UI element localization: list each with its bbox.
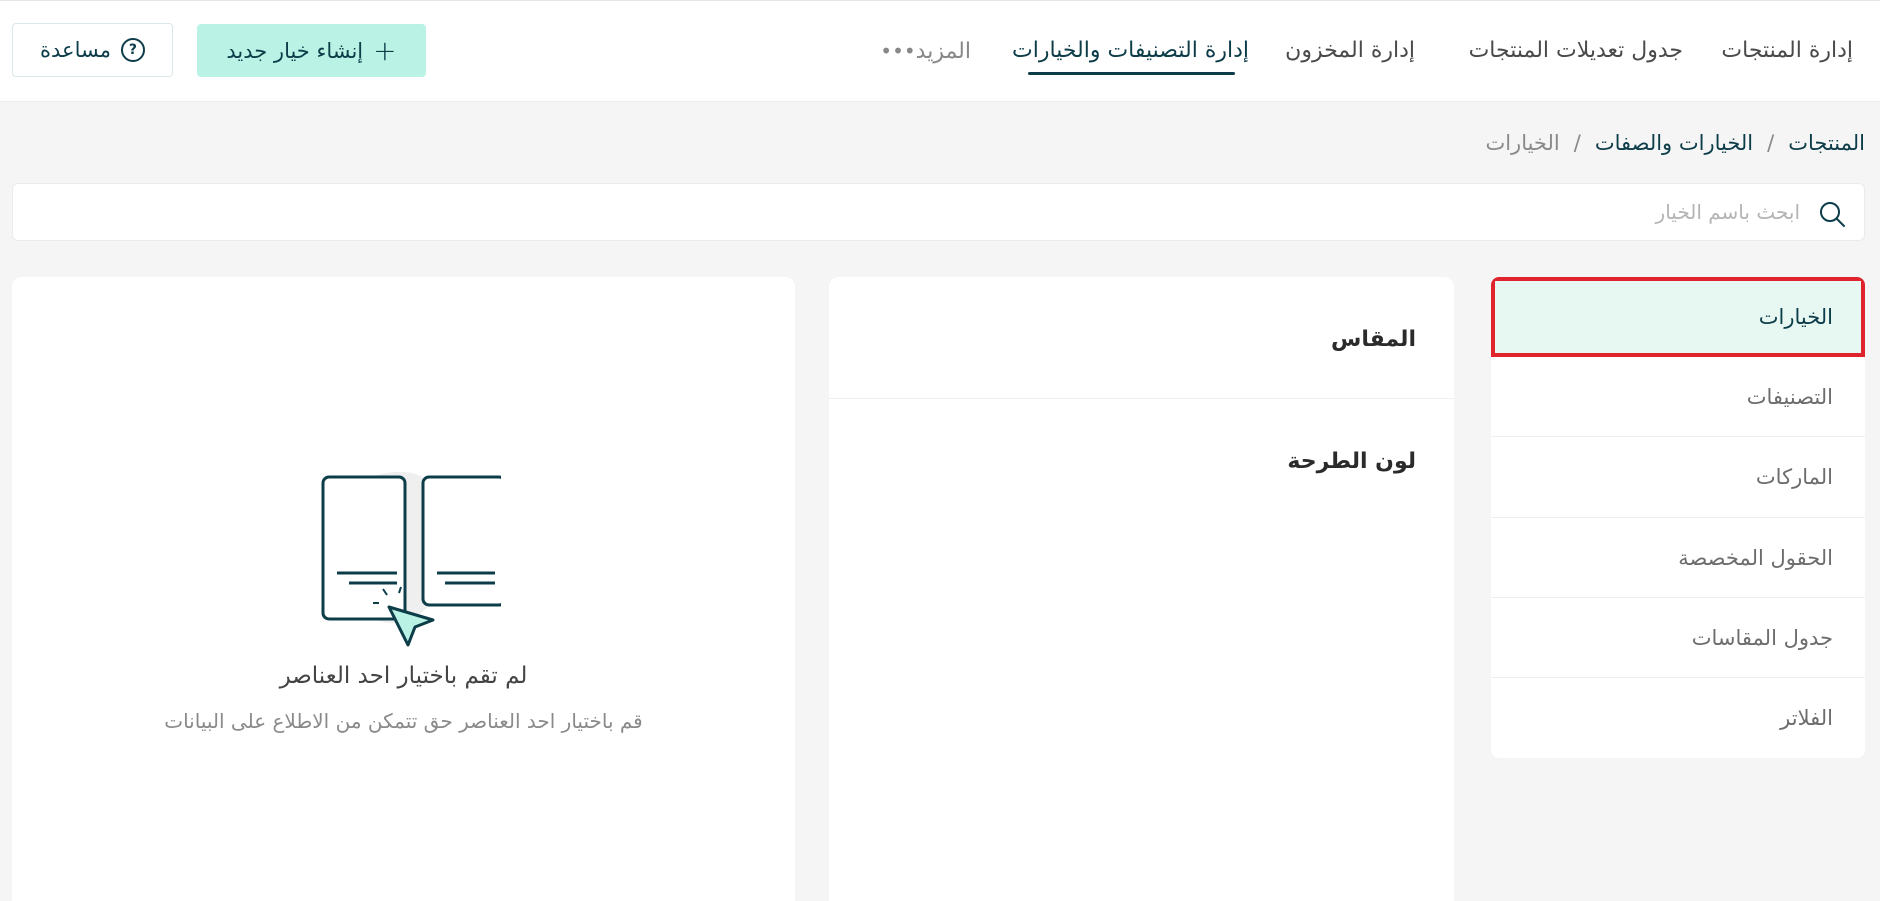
breadcrumb-products[interactable]: المنتجات — [1788, 131, 1865, 155]
ellipsis-icon: ••• — [880, 39, 916, 63]
sidebar-item-brands[interactable]: الماركات — [1491, 437, 1865, 518]
top-nav-bar: إدارة المنتجات جدول تعديلات المنتجات إدا… — [0, 0, 1880, 102]
create-option-button[interactable]: + إنشاء خيار جديد — [197, 24, 426, 77]
select-item-illustration — [321, 471, 501, 647]
tab-more[interactable]: المزيد••• — [868, 31, 971, 71]
breadcrumb-separator: / — [1573, 131, 1581, 155]
tab-more-label: المزيد — [915, 39, 971, 64]
breadcrumb-current: الخيارات — [1485, 131, 1560, 155]
breadcrumb-options-attributes[interactable]: الخيارات والصفات — [1595, 131, 1753, 155]
tab-categories-options[interactable]: إدارة التصنيفات والخيارات — [1012, 31, 1249, 75]
tab-inventory-management[interactable]: إدارة المخزون — [1285, 31, 1415, 71]
tab-categories-options-label: إدارة التصنيفات والخيارات — [1012, 38, 1249, 63]
sidebar-item-custom-fields[interactable]: الحقول المخصصة — [1491, 518, 1865, 598]
active-tab-underline — [1028, 72, 1235, 75]
sidebar-item-categories[interactable]: التصنيفات — [1491, 357, 1865, 438]
search-icon — [1820, 202, 1845, 227]
empty-state-subtitle: قم باختيار احد العناصر حق تتمكن من الاطل… — [164, 709, 643, 733]
sidebar: الخيارات التصنيفات الماركات الحقول المخص… — [1491, 277, 1865, 758]
create-option-label: إنشاء خيار جديد — [226, 38, 364, 63]
tab-product-management[interactable]: إدارة المنتجات — [1721, 31, 1853, 71]
search-input[interactable] — [100, 184, 1800, 240]
plus-icon: + — [373, 33, 397, 67]
options-list-panel: المقاس لون الطرحة — [829, 277, 1454, 901]
breadcrumb: المنتجات / الخيارات والصفات / الخيارات — [1485, 128, 1865, 158]
tab-product-edits-table[interactable]: جدول تعديلات المنتجات — [1469, 31, 1683, 71]
help-label: مساعدة — [40, 38, 111, 62]
option-item-size[interactable]: المقاس — [829, 277, 1454, 399]
sidebar-item-filters[interactable]: الفلاتر — [1491, 678, 1865, 758]
breadcrumb-separator: / — [1767, 131, 1775, 155]
sidebar-item-options[interactable]: الخيارات — [1491, 277, 1865, 358]
option-item-scarf-color[interactable]: لون الطرحة — [829, 399, 1454, 521]
question-circle-icon: ? — [120, 38, 145, 62]
search-bar — [12, 183, 1865, 241]
help-button[interactable]: ? مساعدة — [12, 23, 173, 77]
empty-state-title: لم تقم باختيار احد العناصر — [279, 663, 528, 689]
sidebar-item-size-chart[interactable]: جدول المقاسات — [1491, 598, 1865, 678]
detail-panel: لم تقم باختيار احد العناصر قم باختيار اح… — [12, 277, 795, 901]
